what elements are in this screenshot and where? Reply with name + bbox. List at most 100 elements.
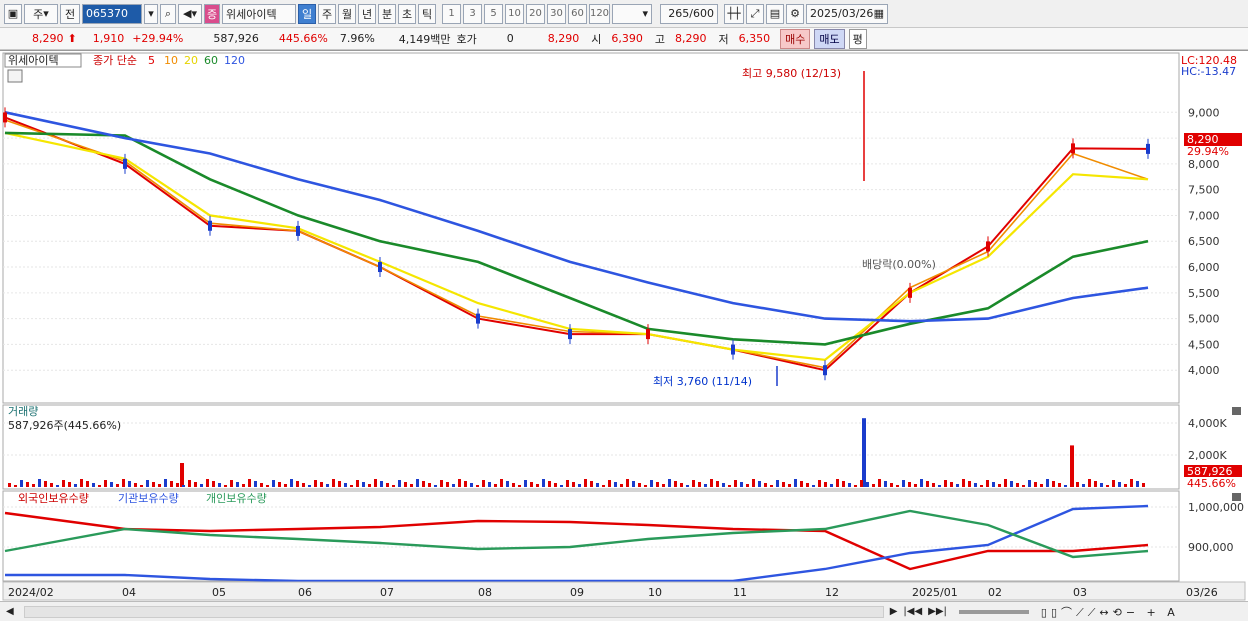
last-page-icon[interactable]: ▶▶| <box>928 606 947 617</box>
volume-bar <box>524 480 527 487</box>
sound-icon[interactable]: ◀▾ <box>178 3 202 24</box>
x-axis-label: 12 <box>825 586 839 599</box>
volume-bar <box>1076 482 1079 487</box>
code-dropdown-icon[interactable]: ▾ <box>144 3 158 24</box>
volume-bar <box>1064 485 1067 487</box>
volume-bar <box>146 480 149 487</box>
tab-year[interactable]: 년 <box>358 3 376 24</box>
gear-icon[interactable]: ⚙ <box>786 3 804 24</box>
volume-bar <box>320 482 323 487</box>
scroll-left-icon[interactable]: ◀ <box>6 606 14 617</box>
turnover: 7.96% <box>339 32 375 45</box>
volume-bar <box>656 482 659 487</box>
current-price: 8,290 <box>32 32 64 45</box>
scroll-right-icon[interactable]: ▶ <box>890 606 898 617</box>
tab-minute-label: 분 <box>381 7 393 21</box>
count-input[interactable]: 265/600 <box>660 3 718 24</box>
bottom-scrollbar[interactable]: ◀ ▶ |◀◀ ▶▶| ▯▯⌒⟋⟋↔⟲− + A <box>0 601 1248 621</box>
volume-bar <box>614 482 617 487</box>
save-icon[interactable]: ▤ <box>766 3 784 24</box>
volume-bar <box>620 484 623 487</box>
volume-bar <box>608 480 611 487</box>
period-1[interactable]: 1 <box>442 3 461 24</box>
period-10[interactable]: 10 <box>505 3 524 24</box>
x-axis-label: 07 <box>380 586 394 599</box>
volume-bar <box>218 483 221 487</box>
price-panel[interactable] <box>2 52 1180 404</box>
zoom-slider[interactable] <box>958 609 1029 614</box>
search-icon[interactable]: ⌕ <box>160 3 176 24</box>
candle-icon[interactable]: ┼┼ <box>724 3 744 24</box>
volume-bar <box>908 482 911 487</box>
volume-bar <box>464 481 467 487</box>
sell-button[interactable]: 매도 <box>814 28 845 49</box>
holdings-panel-close-icon[interactable] <box>1232 493 1241 501</box>
x-axis-label: 2025/01 <box>912 586 958 599</box>
volume-panel[interactable] <box>2 404 1180 490</box>
legend-ma60: 60 <box>204 54 218 67</box>
volume-bar <box>842 481 845 487</box>
period-20[interactable]: 20 <box>526 3 545 24</box>
volume-bar <box>602 485 605 487</box>
tab-tick[interactable]: 틱 <box>418 3 436 24</box>
stock-code-value: 065370 <box>86 7 128 20</box>
chart-area[interactable]: 4,000 4,500 5,000 5,500 6,000 6,500 7,000 7,500… <box>0 50 1248 601</box>
candle-body <box>476 313 480 324</box>
volume-bar <box>344 483 347 487</box>
volume-bar <box>938 485 941 487</box>
volume-bar <box>734 480 737 487</box>
tab-day[interactable]: 일 <box>298 3 316 24</box>
view-select-label: 전 <box>64 7 76 21</box>
tab-week[interactable]: 주 <box>318 3 336 24</box>
tab-month[interactable]: 월 <box>338 3 356 24</box>
volume-bar <box>236 482 239 487</box>
volume-bar <box>926 481 929 487</box>
period-60[interactable]: 60 <box>568 3 587 24</box>
tab-minute[interactable]: 분 <box>378 3 396 24</box>
volume-bar <box>362 482 365 487</box>
draw-icon[interactable]: ⤢ <box>746 3 764 24</box>
volume-bar <box>632 481 635 487</box>
volume-bar <box>950 482 953 487</box>
volume-bar <box>422 481 425 487</box>
price-legend-close: 종가 단순 <box>93 54 137 67</box>
volume-bar <box>542 479 545 487</box>
volume-bar <box>980 485 983 487</box>
stock-code-input[interactable]: 065370 <box>82 3 142 24</box>
tab-second[interactable]: 초 <box>398 3 416 24</box>
volume-bar <box>782 482 785 487</box>
scroll-track[interactable] <box>23 605 884 618</box>
chart-svg[interactable]: 4,000 4,500 5,000 5,500 6,000 6,500 7,000 7,500… <box>0 51 1248 602</box>
buy-button[interactable]: 매수 <box>780 28 811 49</box>
period-30[interactable]: 30 <box>547 3 566 24</box>
volume-bar <box>380 481 383 487</box>
volume-ratio: 445.66% <box>278 32 328 45</box>
period-custom-input[interactable]: ▾ <box>612 3 652 24</box>
panel-menu-icon[interactable] <box>7 69 23 83</box>
price-y-tick: 7,500 <box>1188 184 1220 197</box>
volume-bar <box>566 480 569 487</box>
type-select[interactable]: 주 ▾ <box>24 3 58 24</box>
volume-bar <box>500 479 503 487</box>
high-label: 고 <box>654 32 666 46</box>
volume-panel-close-icon[interactable] <box>1232 407 1241 415</box>
volume-bar <box>356 480 359 487</box>
volume-bar <box>818 480 821 487</box>
volume-bar <box>1022 485 1025 487</box>
up-arrow-icon: ⬆ <box>67 32 77 45</box>
date-input[interactable]: 2025/03/26 ▦ <box>806 3 888 24</box>
period-5[interactable]: 5 <box>484 3 503 24</box>
price-pct-tag: 29.94% <box>1187 145 1229 158</box>
period-3[interactable]: 3 <box>463 3 482 24</box>
layout-icon[interactable]: ▣ <box>4 3 22 24</box>
period-120[interactable]: 120 <box>589 3 610 24</box>
holdings-panel[interactable] <box>2 490 1180 582</box>
tool-icons[interactable]: ▯▯⌒⟋⟋↔⟲− + A <box>1041 604 1179 620</box>
calendar-icon[interactable]: ▦ <box>874 7 884 20</box>
candle-body <box>568 329 572 340</box>
first-page-icon[interactable]: |◀◀ <box>903 606 922 617</box>
avg-button[interactable]: 평 <box>848 28 867 49</box>
view-select[interactable]: 전 <box>60 3 80 24</box>
volume-bar <box>26 482 29 487</box>
price-y-tick: 8,000 <box>1188 158 1220 171</box>
